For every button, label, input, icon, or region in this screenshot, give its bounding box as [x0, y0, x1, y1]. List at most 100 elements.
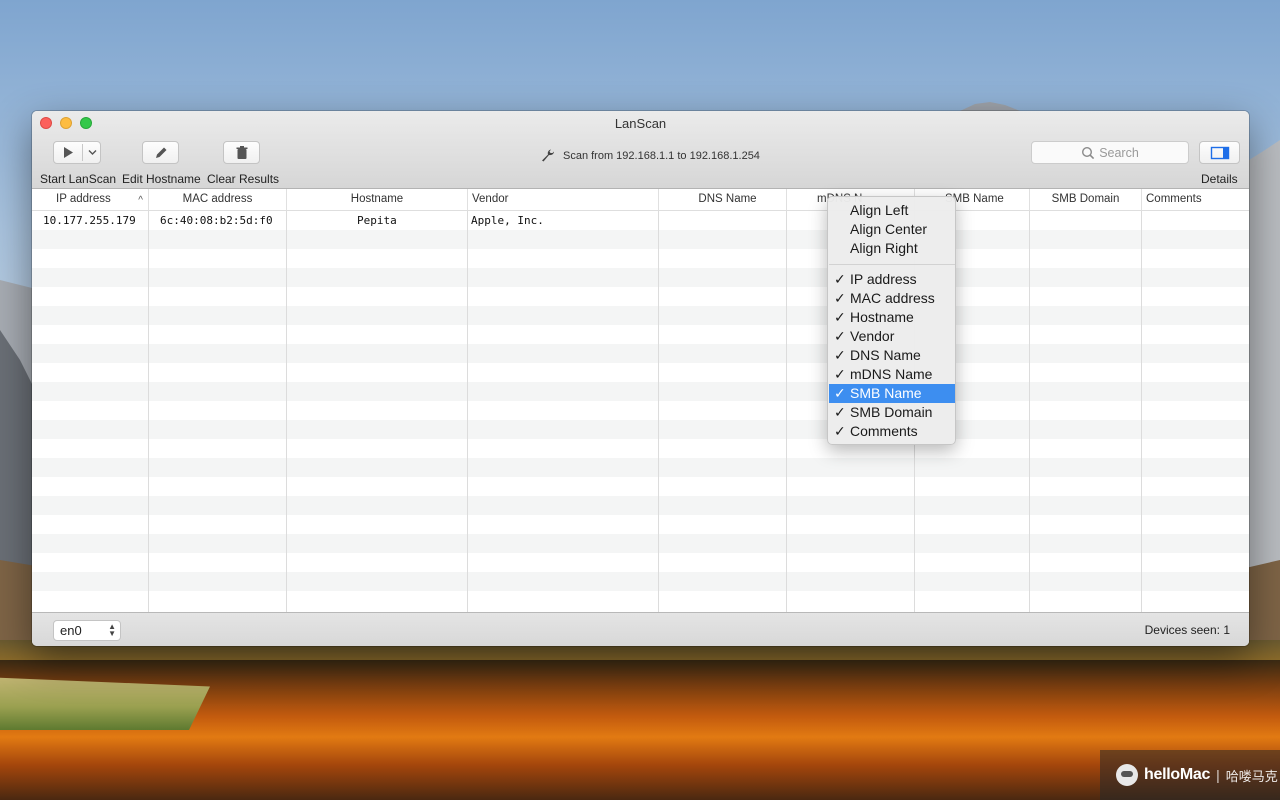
- checkmark-icon: ✓: [834, 423, 846, 439]
- column-header-ip[interactable]: IP address ^: [32, 189, 149, 210]
- table-row-empty: [32, 325, 1249, 344]
- trash-icon: [236, 145, 247, 159]
- cell-mac: 6c:40:08:b2:5d:f0: [160, 214, 273, 227]
- checkmark-icon: ✓: [834, 309, 846, 325]
- menu-item-label: Vendor: [850, 328, 895, 344]
- edit-hostname-button[interactable]: [142, 141, 179, 164]
- menu-item-smb-domain[interactable]: ✓ SMB Domain: [829, 403, 955, 422]
- table-row-empty: [32, 534, 1249, 553]
- menu-item-hostname[interactable]: ✓ Hostname: [829, 308, 955, 327]
- table-row-empty: [32, 515, 1249, 534]
- checkmark-icon: ✓: [834, 290, 846, 306]
- search-icon: [1082, 146, 1095, 159]
- sort-ascending-icon: ^: [138, 195, 143, 206]
- menu-item-align-right[interactable]: Align Right: [829, 239, 955, 258]
- column-header-hostname[interactable]: Hostname: [287, 189, 468, 210]
- checkmark-icon: ✓: [834, 404, 846, 420]
- table-row-empty: [32, 496, 1249, 515]
- sidebar-toggle-icon: [1210, 146, 1229, 159]
- start-lanscan-button[interactable]: [53, 141, 101, 164]
- interface-select[interactable]: en0 ▲ ▼: [53, 620, 121, 641]
- column-divider: [1141, 211, 1142, 612]
- start-lanscan-label[interactable]: Start LanScan: [40, 172, 116, 186]
- menu-item-label: SMB Domain: [850, 404, 933, 420]
- bottom-bar: en0 ▲ ▼ Devices seen: 1: [32, 612, 1249, 646]
- menu-item-ip-address[interactable]: ✓ IP address: [829, 270, 955, 289]
- table-row-empty: [32, 249, 1249, 268]
- device-table: 10.177.255.179 6c:40:08:b2:5d:f0 Pepita …: [32, 189, 1249, 612]
- menu-item-label: DNS Name: [850, 347, 921, 363]
- menu-item-label: IP address: [850, 271, 917, 287]
- column-divider: [148, 211, 149, 612]
- column-header-dns[interactable]: DNS Name: [659, 189, 787, 210]
- table-row-empty: [32, 230, 1249, 249]
- column-divider: [658, 211, 659, 612]
- devices-seen-count: Devices seen: 1: [1144, 623, 1230, 637]
- table-row-empty: [32, 477, 1249, 496]
- table-rows: 10.177.255.179 6c:40:08:b2:5d:f0 Pepita …: [32, 211, 1249, 612]
- column-header-mac[interactable]: MAC address: [149, 189, 287, 210]
- play-icon: [64, 147, 97, 158]
- wrench-icon: [542, 149, 554, 162]
- menu-item-comments[interactable]: ✓ Comments: [829, 422, 955, 441]
- menu-item-vendor[interactable]: ✓ Vendor: [829, 327, 955, 346]
- table-row-empty: [32, 344, 1249, 363]
- table-row-empty: [32, 287, 1249, 306]
- menu-item-label: Comments: [850, 423, 918, 439]
- details-button[interactable]: [1199, 141, 1240, 164]
- column-divider: [467, 211, 468, 612]
- table-row-empty: [32, 401, 1249, 420]
- cell-vendor: Apple, Inc.: [471, 214, 544, 227]
- column-divider: [1029, 211, 1030, 612]
- table-row-empty: [32, 382, 1249, 401]
- menu-item-align-left[interactable]: Align Left: [829, 201, 955, 220]
- hellomac-logo-icon: [1116, 764, 1138, 786]
- table-row-empty: [32, 420, 1249, 439]
- table-row[interactable]: 10.177.255.179 6c:40:08:b2:5d:f0 Pepita …: [32, 211, 1249, 230]
- search-field[interactable]: Search: [1031, 141, 1189, 164]
- scan-range-status: Scan from 192.168.1.1 to 192.168.1.254: [540, 148, 760, 163]
- menu-item-smb-name[interactable]: ✓ SMB Name: [829, 384, 955, 403]
- menu-item-label: mDNS Name: [850, 366, 933, 382]
- scan-range-text: Scan from 192.168.1.1 to 192.168.1.254: [563, 149, 760, 162]
- cell-hostname: Pepita: [357, 214, 397, 227]
- menu-item-label: SMB Name: [850, 385, 922, 401]
- menu-item-align-center[interactable]: Align Center: [829, 220, 955, 239]
- checkmark-icon: ✓: [834, 385, 846, 401]
- column-divider: [786, 211, 787, 612]
- checkmark-icon: ✓: [834, 347, 846, 363]
- pencil-icon: [155, 147, 166, 158]
- wallpaper-lake: [0, 660, 1280, 800]
- clear-results-button[interactable]: [223, 141, 260, 164]
- table-row-empty: [32, 591, 1249, 610]
- details-label[interactable]: Details: [1201, 172, 1238, 186]
- table-row-empty: [32, 306, 1249, 325]
- column-header-comments[interactable]: Comments: [1142, 189, 1249, 210]
- menu-item-mdns-name[interactable]: ✓ mDNS Name: [829, 365, 955, 384]
- menu-item-mac-address[interactable]: ✓ MAC address: [829, 289, 955, 308]
- titlebar: LanScan Start LanScan Edit Hostname Clea…: [32, 111, 1249, 189]
- lanscan-window: LanScan Start LanScan Edit Hostname Clea…: [32, 111, 1249, 646]
- checkmark-icon: ✓: [834, 271, 846, 287]
- menu-item-dns-name[interactable]: ✓ DNS Name: [829, 346, 955, 365]
- checkmark-icon: ✓: [834, 328, 846, 344]
- column-context-menu: Align Left Align Center Align Right ✓ IP…: [827, 196, 956, 445]
- menu-separator: [829, 264, 955, 265]
- column-header-vendor[interactable]: Vendor: [468, 189, 659, 210]
- watermark-cn: 哈喽马克: [1225, 768, 1278, 784]
- clear-results-label[interactable]: Clear Results: [207, 172, 279, 186]
- watermark: helloMac | 哈喽马克: [1100, 750, 1280, 800]
- edit-hostname-label[interactable]: Edit Hostname: [122, 172, 201, 186]
- column-header-smb-domain[interactable]: SMB Domain: [1030, 189, 1142, 210]
- table-row-empty: [32, 268, 1249, 287]
- watermark-separator: |: [1216, 767, 1220, 783]
- cell-ip: 10.177.255.179: [43, 214, 136, 227]
- menu-item-label: Hostname: [850, 309, 914, 325]
- checkmark-icon: ✓: [834, 366, 846, 382]
- watermark-brand: helloMac: [1144, 766, 1211, 783]
- table-row-empty: [32, 458, 1249, 477]
- column-header-ip-label: IP address: [56, 193, 111, 205]
- search-placeholder: Search: [1099, 145, 1139, 160]
- table-row-empty: [32, 363, 1249, 382]
- table-header: IP address ^ MAC address Hostname Vendor…: [32, 189, 1249, 211]
